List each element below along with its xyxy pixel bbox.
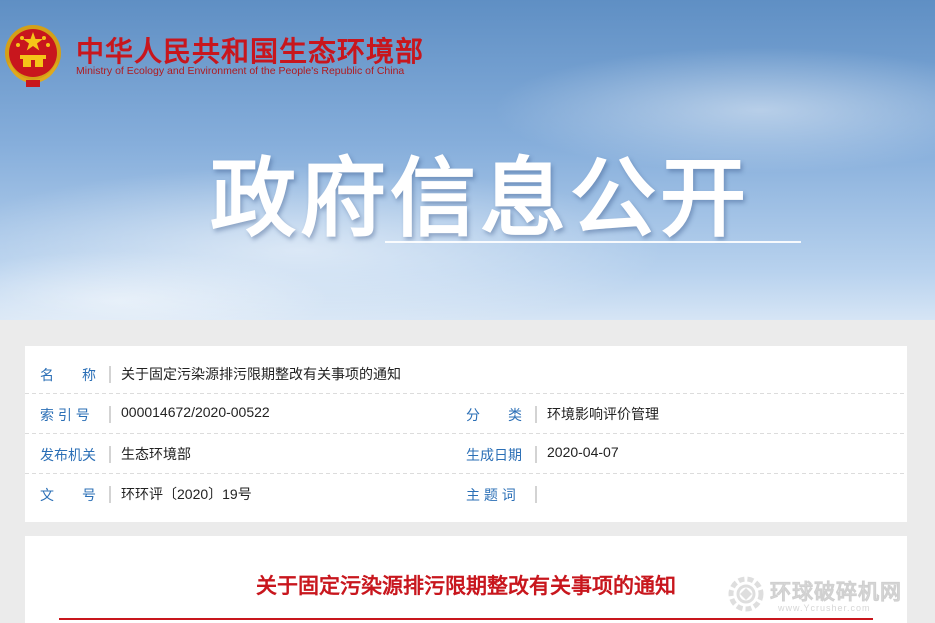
issuer-label: 发布机关 xyxy=(40,447,96,463)
meta-row-name: 名 称 关于固定污染源排污限期整改有关事项的通知 xyxy=(25,354,907,394)
ministry-name-en[interactable]: Ministry of Ecology and Environment of t… xyxy=(76,65,404,77)
national-emblem-icon xyxy=(5,25,61,87)
category-value: 环境影响评价管理 xyxy=(547,406,659,422)
page-title: 政府信息公开 xyxy=(210,149,750,249)
meta-row-index: 索 引 号 000014672/2020-00522 分 类 环境影响评价管理 xyxy=(25,394,907,434)
gear-logo-icon xyxy=(728,576,764,612)
watermark-text: 环球破碎机网 xyxy=(770,580,902,605)
meta-row-docno: 文 号 环环评〔2020〕19号 主 题 词 xyxy=(25,474,907,514)
divider xyxy=(535,486,537,503)
document-metadata-table: 名 称 关于固定污染源排污限期整改有关事项的通知 索 引 号 000014672… xyxy=(25,346,907,522)
name-value: 关于固定污染源排污限期整改有关事项的通知 xyxy=(121,366,401,382)
watermark: 环球破碎机网 www.Ycrusher.com xyxy=(726,568,926,618)
category-label: 分 类 xyxy=(466,407,522,423)
divider xyxy=(109,486,111,503)
header-banner: 中华人民共和国生态环境部 Ministry of Ecology and Env… xyxy=(0,0,935,320)
divider xyxy=(109,406,111,423)
index-label: 索 引 号 xyxy=(40,407,90,423)
ministry-name-cn[interactable]: 中华人民共和国生态环境部 xyxy=(76,30,424,70)
docno-label: 文 号 xyxy=(40,487,96,503)
docno-value: 环环评〔2020〕19号 xyxy=(121,486,252,502)
watermark-url: www.Ycrusher.com xyxy=(778,603,871,613)
keywords-label: 主 题 词 xyxy=(466,487,516,503)
name-label: 名 称 xyxy=(40,367,96,383)
index-value: 000014672/2020-00522 xyxy=(121,404,270,420)
issuer-value: 生态环境部 xyxy=(121,446,191,462)
divider xyxy=(535,446,537,463)
date-value: 2020-04-07 xyxy=(547,444,619,460)
date-label: 生成日期 xyxy=(466,447,522,463)
divider xyxy=(109,366,111,383)
meta-row-issuer: 发布机关 生态环境部 生成日期 2020-04-07 xyxy=(25,434,907,474)
title-underline xyxy=(385,241,801,243)
divider xyxy=(535,406,537,423)
title-rule xyxy=(59,618,873,620)
divider xyxy=(109,446,111,463)
